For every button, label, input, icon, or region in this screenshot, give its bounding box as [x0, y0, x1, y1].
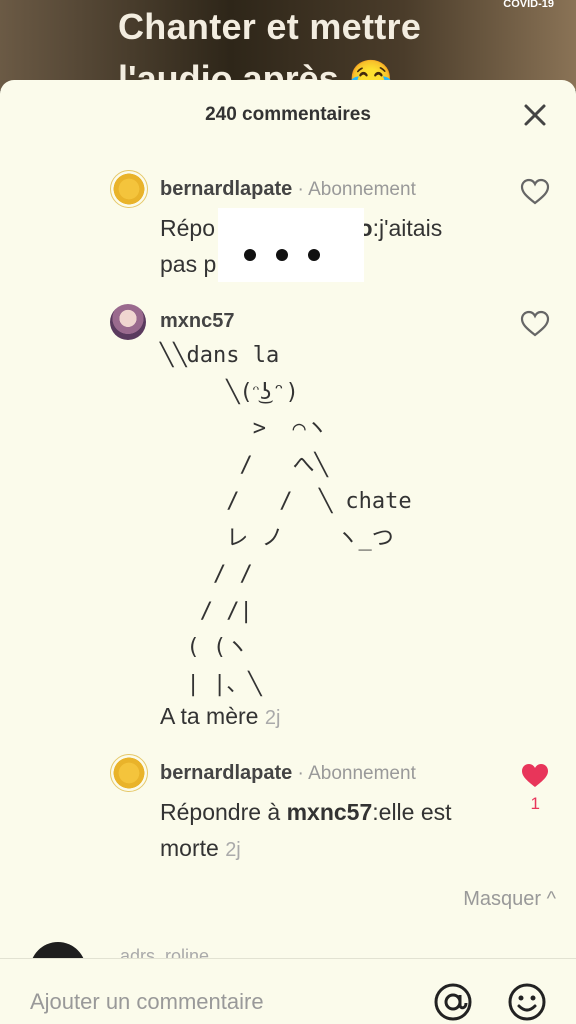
username-text[interactable]: mxnc57 — [160, 310, 235, 332]
hide-replies-button[interactable]: Masquer ^ — [463, 888, 556, 911]
username-text[interactable]: bernardlapate — [160, 762, 292, 784]
comment-time: 2j — [225, 839, 241, 861]
covid-badge: COVID-19 — [503, 0, 554, 10]
comment-text-line2: morte — [160, 835, 219, 861]
close-icon[interactable] — [520, 100, 550, 130]
heart-outline-icon[interactable] — [520, 178, 550, 206]
username-text[interactable]: bernardlapate — [160, 178, 292, 200]
emoji-icon[interactable] — [506, 981, 548, 1023]
heart-filled-icon[interactable] — [520, 762, 550, 790]
comment-item: mxnc57 ╲╲dans la ╲(ᵔ͜ʖᵔ) > ⌒ヽ / へ╲ / / ╲… — [0, 304, 576, 734]
at-icon[interactable] — [432, 981, 474, 1023]
video-background: Chanter et mettre l'audio après 😂 COVID-… — [0, 0, 576, 90]
comment-time: 2j — [264, 707, 281, 729]
mention-link[interactable]: mxnc57 — [287, 799, 373, 825]
avatar[interactable] — [110, 170, 148, 208]
heart-outline-icon[interactable] — [520, 310, 550, 338]
like-count: 1 — [530, 794, 540, 813]
comment-body: A ta mère 2j — [160, 698, 510, 736]
ascii-art-block: ╲╲dans la ╲(ᵔ͜ʖᵔ) > ⌒ヽ / へ╲ / / ╲ chate … — [0, 338, 576, 710]
subscription-label: · Abonnement — [292, 763, 416, 784]
comment-text: :j'aitais — [372, 215, 443, 241]
comment-username[interactable]: bernardlapate · Abonnement — [160, 762, 416, 785]
comment-count: 240 commentaires — [205, 104, 371, 125]
comment-text: A ta mère — [160, 703, 259, 729]
subscription-label: · Abonnement — [292, 179, 416, 200]
reply-prefix: Répo — [160, 215, 215, 241]
redaction-box — [218, 208, 364, 282]
ascii-art: ╲╲dans la ╲(ᵔ͜ʖᵔ) > ⌒ヽ / へ╲ / / ╲ chate … — [160, 343, 412, 697]
comment-item: bernardlapate · Abonnement Répondre à mx… — [0, 754, 576, 874]
comment-username[interactable]: bernardlapate · Abonnement — [160, 178, 416, 201]
reply-prefix: Répondre à — [160, 799, 287, 825]
comment-text: :elle est — [372, 799, 452, 825]
comment-body: Répondre à mxnc57:elle est morte 2j — [160, 794, 510, 868]
comments-sheet: 240 commentaires bernardlapate · Abonnem… — [0, 80, 576, 1024]
comment-text-line2: pas p — [160, 251, 217, 277]
comment-input[interactable]: Ajouter un commentaire — [30, 989, 264, 1015]
comments-header: 240 commentaires — [0, 80, 576, 150]
avatar[interactable] — [110, 304, 146, 340]
comment-username[interactable]: mxnc57 — [160, 310, 235, 333]
more-dots-icon — [244, 248, 340, 266]
comment-input-bar: Ajouter un commentaire — [0, 958, 576, 1024]
video-caption-line1: Chanter et mettre — [118, 6, 422, 47]
avatar[interactable] — [110, 754, 148, 792]
